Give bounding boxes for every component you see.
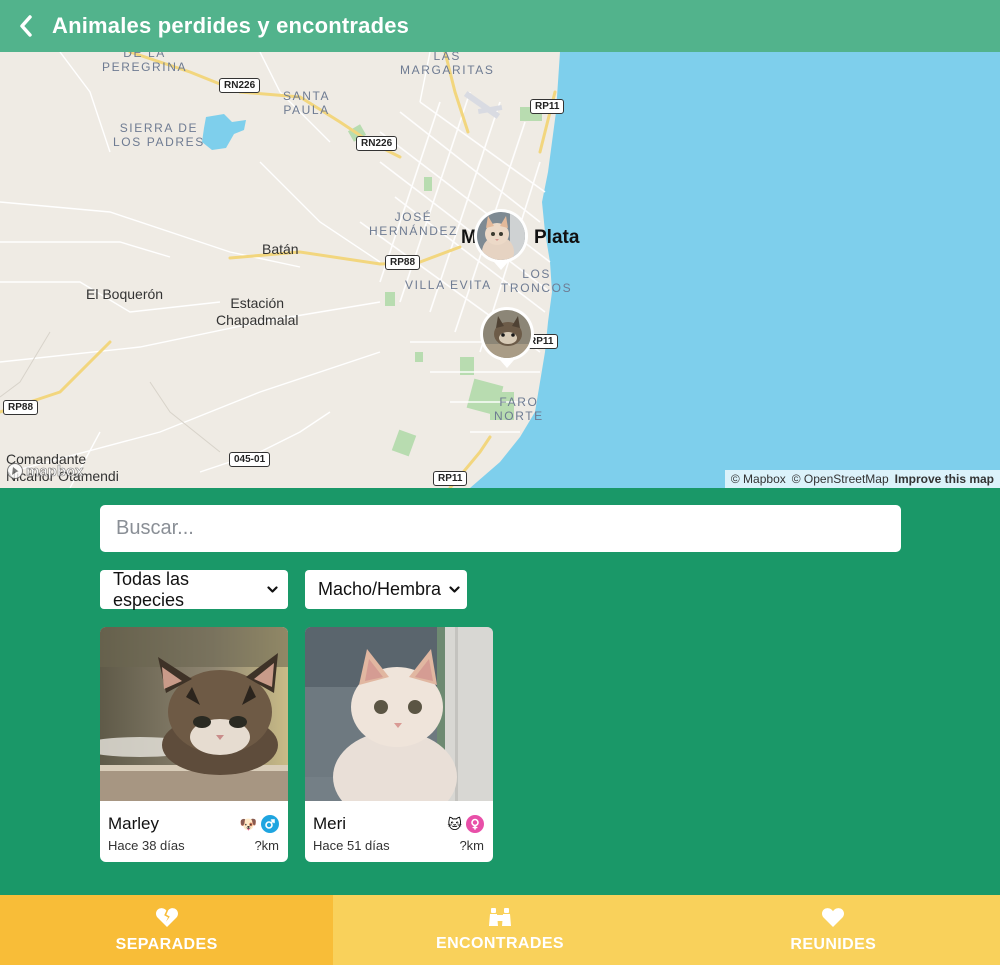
map-marker-photo [474, 209, 528, 270]
map-view[interactable]: DE LA PEREGRINA LAS MARGARITAS SANTA PAU… [0, 52, 1000, 488]
binoculars-icon [488, 908, 511, 926]
chevron-down-icon [449, 585, 460, 593]
tab-label: ENCONTRADES [436, 935, 564, 952]
broken-heart-icon [155, 907, 178, 927]
road-shield: RP11 [433, 471, 468, 486]
road-shield: RP11 [530, 99, 565, 114]
road-shield: RN226 [356, 136, 398, 151]
tab-label: SEPARADES [115, 935, 218, 953]
pet-icons: 🐶 [240, 815, 279, 833]
map-label-las-margaritas: LAS MARGARITAS [400, 52, 495, 77]
page-title: Animales perdides y encontrades [52, 13, 410, 38]
tab-label: REUNIDES [790, 935, 877, 953]
pet-card-marley[interactable]: Marley 🐶 Hace 38 días ?km [100, 627, 288, 862]
attribution-osm-link[interactable]: © OpenStreetMap [792, 472, 889, 486]
map-label-jose-hernandez: JOSÉ HERNÁNDEZ [369, 210, 459, 238]
map-label-faro-norte: FARO NORTE [494, 395, 544, 423]
pet-card-info: Marley 🐶 Hace 38 días ?km [100, 801, 288, 862]
map-town-estacion-chapadmalal: Estación Chapadmalal [216, 295, 299, 328]
species-select[interactable]: Todas las especies [100, 568, 288, 610]
map-attribution: © Mapbox © OpenStreetMap Improve this ma… [724, 470, 1000, 488]
cat-icon: 🐱 [447, 815, 462, 832]
pet-distance: ?km [254, 838, 279, 853]
map-label-villa-evita: VILLA EVITA [405, 278, 492, 292]
search-input[interactable] [100, 505, 901, 552]
species-select-value: Todas las especies [113, 568, 190, 610]
pet-card-meri[interactable]: Meri 🐱 Hace 51 días ?km [305, 627, 493, 862]
map-marker-marley[interactable] [478, 306, 536, 372]
dog-icon: 🐶 [239, 815, 257, 832]
chevron-down-icon [267, 585, 278, 593]
road-shield: 045-01 [229, 452, 271, 467]
pet-name: Meri [313, 814, 347, 833]
male-icon [261, 815, 279, 833]
map-label-sierra-de-los-padres: SIERRA DE LOS PADRES [113, 121, 205, 149]
tab-reunides[interactable]: REUNIDES [666, 895, 1000, 965]
mapbox-logo-text: mapbox [26, 462, 84, 480]
map-label-santa-paula: SANTA PAULA [283, 89, 331, 117]
improve-map-link[interactable]: Improve this map [895, 472, 994, 486]
back-button[interactable] [0, 0, 52, 52]
pet-time-ago: Hace 38 días [108, 838, 185, 853]
sex-select-value: Macho/Hembra [318, 579, 442, 599]
pet-distance: ?km [459, 838, 484, 853]
pet-name: Marley [108, 814, 160, 833]
kitten-photo-image [305, 627, 493, 801]
kitten-photo-image [100, 627, 288, 801]
road-shield: RP88 [385, 255, 421, 270]
tab-separades[interactable]: SEPARADES [0, 895, 334, 965]
pet-icons: 🐱 [447, 815, 484, 833]
bottom-tab-bar: SEPARADES ENCONTRADES REUNIDES [0, 895, 1000, 965]
pet-card-info: Meri 🐱 Hace 51 días ?km [305, 801, 493, 862]
pet-time-ago: Hace 51 días [313, 838, 390, 853]
map-city-label-suffix: Plata [534, 227, 580, 248]
pet-photo [305, 627, 493, 801]
road-shield: RN226 [219, 78, 261, 93]
map-label-de-la-peregrina: DE LA PEREGRINA [102, 52, 188, 74]
mapbox-logo-icon [7, 463, 23, 479]
map-marker-photo [480, 307, 534, 368]
pet-photo [100, 627, 288, 801]
app-header: Animales perdides y encontrades [0, 0, 1000, 52]
mapbox-logo[interactable]: mapbox [6, 462, 84, 480]
heart-icon [822, 907, 845, 927]
map-marker-meri[interactable] [472, 208, 530, 274]
chevron-left-icon [20, 15, 32, 37]
female-icon [466, 815, 484, 833]
attribution-mapbox-link[interactable]: © Mapbox [731, 472, 786, 486]
road-shield: RP88 [3, 400, 39, 415]
tab-encontrades[interactable]: ENCONTRADES [333, 895, 667, 965]
map-town-batan: Batán [262, 241, 299, 257]
map-town-el-boqueron: El Boquerón [86, 286, 164, 302]
sex-select[interactable]: Macho/Hembra [305, 570, 467, 609]
